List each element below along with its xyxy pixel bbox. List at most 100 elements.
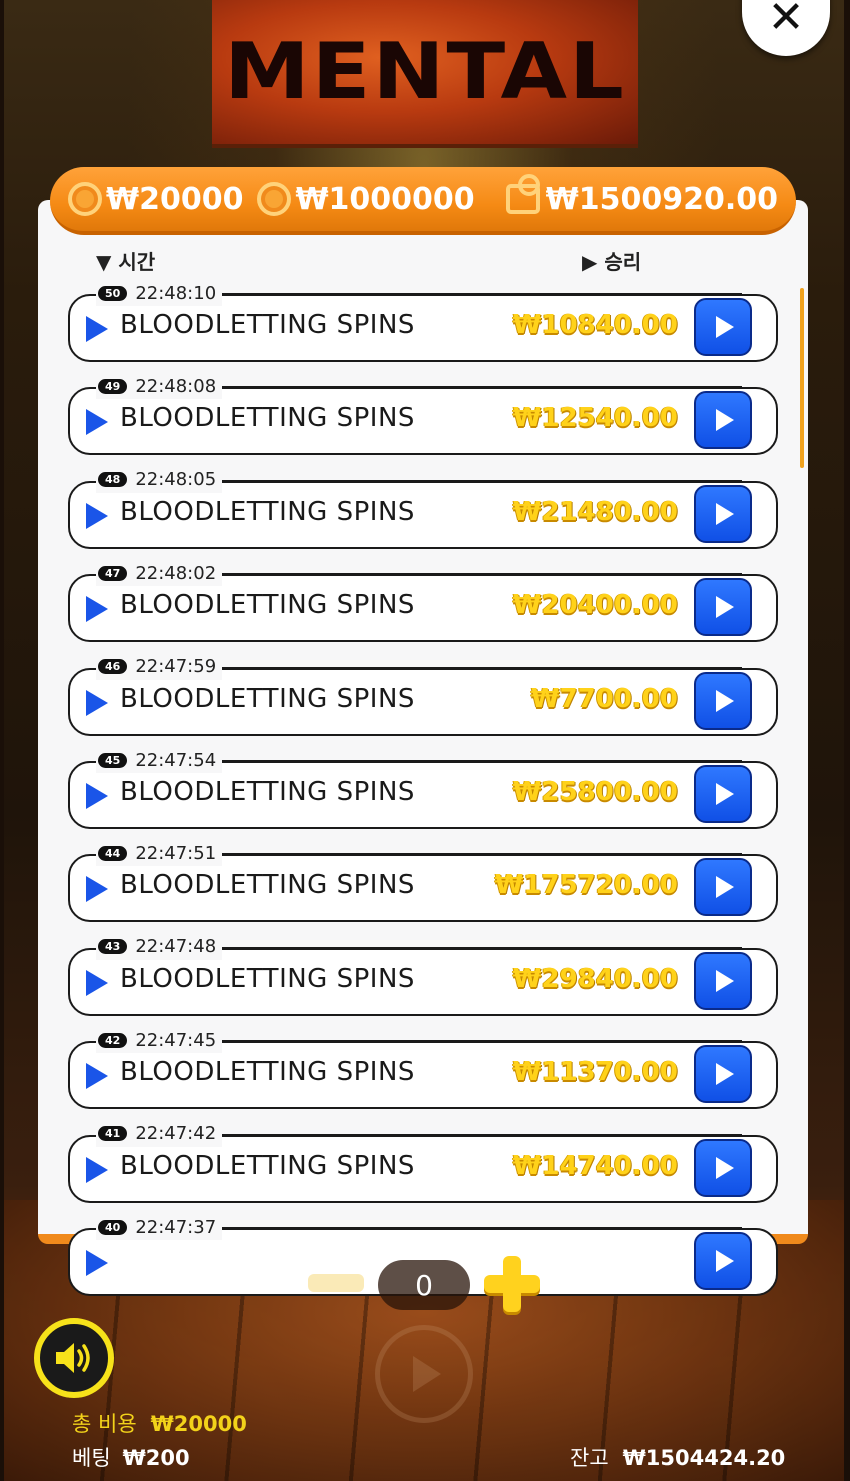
- history-row: 49 22:48:08 BLOODLETTING SPINS ₩12540.00: [68, 373, 780, 463]
- play-icon: [716, 596, 734, 619]
- row-time: 22:47:51: [135, 842, 217, 864]
- row-label: BLOODLETTING SPINS: [120, 963, 415, 994]
- history-row: 45 22:47:54 BLOODLETTING SPINS ₩25800.00: [68, 747, 780, 837]
- row-label: BLOODLETTING SPINS: [120, 1150, 415, 1181]
- round-number-badge: 50: [98, 285, 128, 301]
- min-bet-value: ₩20000: [106, 181, 244, 217]
- history-row: 46 22:47:59 BLOODLETTING SPINS ₩7700.00: [68, 653, 780, 744]
- play-icon: [86, 969, 108, 996]
- history-row: 48 22:48:05 BLOODLETTING SPINS ₩21480.00: [68, 466, 780, 557]
- play-icon: [716, 876, 734, 899]
- row-meta: 50 22:48:10: [96, 280, 743, 306]
- replay-button[interactable]: [694, 671, 752, 730]
- replay-button[interactable]: [694, 951, 752, 1010]
- play-icon: [716, 783, 734, 805]
- round-number-badge: 40: [98, 1219, 128, 1235]
- row-win: ₩14740.00: [512, 1150, 678, 1181]
- bet-amount: 베팅 ₩200: [72, 1442, 190, 1472]
- wallet-icon: [505, 174, 540, 214]
- history-row: 41 22:47:42 BLOODLETTING SPINS ₩14740.00: [68, 1120, 780, 1211]
- row-meta: 43 22:47:48: [96, 933, 743, 960]
- increase-button[interactable]: [484, 1256, 540, 1312]
- play-icon: [86, 1156, 108, 1183]
- row-win: ₩11370.00: [512, 1057, 678, 1088]
- row-win: ₩21480.00: [512, 496, 678, 527]
- replay-button[interactable]: [694, 391, 752, 450]
- play-icon: [716, 1063, 734, 1086]
- sort-win[interactable]: ▶ 승리: [582, 246, 641, 275]
- spin-button[interactable]: [375, 1325, 473, 1423]
- speaker-icon: [56, 1343, 90, 1373]
- round-number-badge: 48: [98, 472, 128, 488]
- min-bet: ₩20000: [68, 182, 243, 217]
- play-icon: [86, 876, 108, 903]
- history-row: 42 22:47:45 BLOODLETTING SPINS ₩11370.00: [68, 1027, 780, 1117]
- row-meta: 45 22:47:54: [96, 747, 743, 773]
- row-meta: 44 22:47:51: [96, 840, 743, 867]
- scrollbar[interactable]: [800, 288, 804, 468]
- row-time: 22:47:42: [135, 1123, 217, 1145]
- replay-button[interactable]: [694, 1138, 752, 1197]
- history-row: 43 22:47:48 BLOODLETTING SPINS ₩29840.00: [68, 933, 780, 1024]
- quantity-value: 0: [378, 1260, 470, 1310]
- round-number-badge: 46: [98, 659, 128, 675]
- balance-value: ₩1504424.20: [622, 1446, 786, 1470]
- replay-button[interactable]: [694, 1232, 752, 1290]
- round-number-badge: 49: [98, 378, 128, 394]
- round-number-badge: 47: [98, 565, 128, 581]
- row-meta: 47 22:48:02: [96, 560, 743, 587]
- row-label: BLOODLETTING SPINS: [120, 496, 415, 527]
- play-icon: [716, 1156, 734, 1179]
- replay-button[interactable]: [694, 1045, 752, 1104]
- play-icon: [86, 689, 108, 716]
- history-row: 44 22:47:51 BLOODLETTING SPINS ₩175720.00: [68, 840, 780, 930]
- round-number-badge: 41: [98, 1126, 128, 1142]
- play-icon: [716, 409, 734, 432]
- row-win: ₩25800.00: [512, 777, 678, 807]
- row-win: ₩20400.00: [512, 590, 678, 621]
- replay-button[interactable]: [694, 578, 752, 637]
- coin-icon: [257, 182, 292, 216]
- row-meta: 40 22:47:37: [96, 1214, 743, 1240]
- round-number-badge: 45: [98, 752, 128, 768]
- row-label: BLOODLETTING SPINS: [120, 870, 415, 901]
- sort-time[interactable]: ▼ 시간: [96, 246, 155, 275]
- row-meta: 46 22:47:59: [96, 653, 743, 680]
- close-icon: ✕: [767, 0, 805, 43]
- row-meta: 41 22:47:42: [96, 1120, 743, 1147]
- replay-button[interactable]: [694, 298, 752, 356]
- total-cost-value: ₩20000: [150, 1412, 247, 1436]
- row-meta: 42 22:47:45: [96, 1027, 743, 1054]
- play-icon: [716, 1250, 734, 1272]
- play-icon: [413, 1356, 441, 1392]
- play-icon: [86, 1063, 108, 1090]
- bet-value: ₩200: [122, 1446, 190, 1470]
- row-label: BLOODLETTING SPINS: [120, 777, 415, 807]
- bet-label: 베팅: [72, 1446, 111, 1470]
- replay-button[interactable]: [694, 765, 752, 823]
- balance-label: 잔고: [570, 1446, 609, 1470]
- total-cost: 총 비용 ₩20000: [72, 1408, 247, 1438]
- row-time: 22:47:54: [135, 749, 217, 771]
- stats-header: ₩20000 ₩1000000 ₩1500920.00: [50, 167, 796, 235]
- game-logo: MENTAL: [212, 0, 638, 148]
- row-win: ₩29840.00: [512, 963, 678, 994]
- quantity-stepper: 0: [308, 1256, 548, 1312]
- play-icon: [716, 316, 734, 338]
- row-time: 22:48:02: [135, 562, 217, 584]
- round-number-badge: 44: [98, 845, 128, 861]
- row-win: ₩7700.00: [530, 683, 678, 714]
- row-time: 22:48:08: [135, 375, 217, 397]
- play-icon: [86, 596, 108, 623]
- play-icon: [716, 969, 734, 992]
- replay-button[interactable]: [694, 484, 752, 543]
- sound-button[interactable]: [34, 1318, 114, 1398]
- total-cost-label: 총 비용: [72, 1412, 137, 1436]
- replay-button[interactable]: [694, 858, 752, 917]
- play-icon: [86, 502, 108, 529]
- play-icon: [86, 409, 108, 436]
- column-headers: ▼ 시간 ▶ 승리: [96, 246, 656, 274]
- round-number-badge: 42: [98, 1032, 128, 1048]
- decrease-button[interactable]: [308, 1274, 364, 1292]
- header-balance-value: ₩1500920.00: [545, 181, 778, 217]
